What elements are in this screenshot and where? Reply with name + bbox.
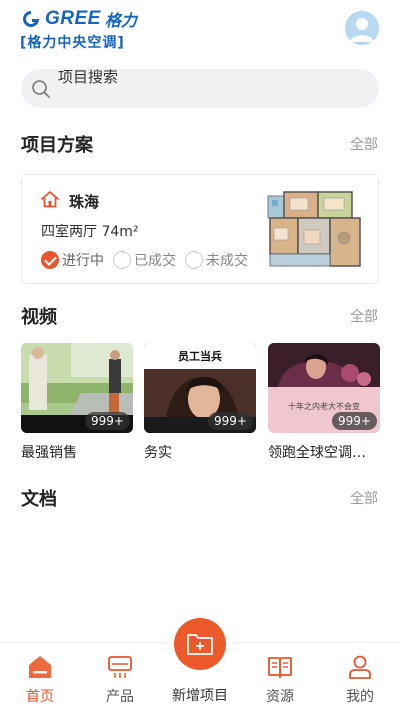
- project-description: 四室两厅 74m²: [41, 224, 139, 240]
- video-title: 务实: [144, 445, 172, 461]
- logo-cn: 格力: [104, 11, 137, 30]
- nav-home[interactable]: 首页: [0, 643, 80, 711]
- gree-logo-mark-icon: [23, 11, 39, 27]
- video-thumbnail: 员工当兵 999+: [144, 343, 256, 433]
- air-conditioner-icon: [108, 656, 132, 678]
- user-icon: [349, 655, 371, 679]
- video-card[interactable]: 十年之内老大不会变 999+ 领跑全球空调…: [268, 343, 380, 462]
- user-avatar-icon: [345, 11, 379, 45]
- logo-word: GREE: [45, 8, 101, 29]
- project-card[interactable]: 珠海 四室两厅 74m² 进行中 已成交 未成交: [21, 174, 379, 284]
- nav-label: 首页: [26, 689, 54, 705]
- video-overlay-title: 员工当兵: [178, 350, 222, 363]
- header: GREE 格力 [格力中央空调]: [0, 0, 400, 60]
- search-bar[interactable]: 项目搜索: [21, 69, 379, 108]
- search-input[interactable]: 项目搜索: [58, 69, 118, 86]
- view-count-badge: 999+: [332, 412, 377, 430]
- video-card[interactable]: 999+ 最强销售: [21, 343, 133, 462]
- status-label: 进行中: [62, 253, 104, 269]
- documents-title: 文档: [21, 489, 57, 510]
- video-title: 最强销售: [21, 445, 77, 461]
- add-project-button[interactable]: [166, 610, 234, 678]
- nav-products[interactable]: 产品: [80, 643, 160, 711]
- view-count-badge: 999+: [208, 412, 253, 430]
- floorplan-image: [264, 188, 364, 270]
- search-icon: [32, 80, 50, 98]
- checked-radio-icon: [41, 251, 59, 269]
- video-title: 领跑全球空调…: [268, 445, 366, 461]
- home-icon: [41, 191, 59, 208]
- video-overlay-caption: 十年之内老大不会变: [288, 402, 360, 411]
- book-icon: [268, 657, 292, 678]
- home-icon: [29, 656, 51, 678]
- radio-icon: [185, 251, 203, 269]
- nav-label: 产品: [106, 689, 134, 705]
- videos-title: 视频: [21, 307, 57, 328]
- nav-label: 资源: [266, 689, 294, 705]
- video-card[interactable]: 员工当兵 999+ 务实: [144, 343, 256, 462]
- videos-more-link[interactable]: 全部: [350, 306, 378, 326]
- nav-resources[interactable]: 资源: [240, 643, 320, 711]
- add-project-fab[interactable]: [174, 618, 226, 670]
- nav-mine[interactable]: 我的: [320, 643, 400, 711]
- status-label: 已成交: [134, 253, 176, 269]
- documents-more-link[interactable]: 全部: [350, 488, 378, 508]
- nav-label: 我的: [346, 689, 374, 705]
- projects-more-link[interactable]: 全部: [350, 134, 378, 154]
- status-options: 进行中 已成交 未成交: [41, 250, 257, 270]
- status-not-closed[interactable]: 未成交: [185, 250, 248, 270]
- gree-logo: GREE 格力 [格力中央空调]: [20, 8, 150, 52]
- status-closed[interactable]: 已成交: [113, 250, 176, 270]
- status-label: 未成交: [206, 253, 248, 269]
- avatar[interactable]: [345, 11, 379, 45]
- video-thumbnail: 十年之内老大不会变 999+: [268, 343, 380, 433]
- projects-title: 项目方案: [21, 135, 93, 156]
- status-in-progress[interactable]: 进行中: [41, 250, 104, 270]
- add-project-label: 新增项目: [172, 688, 228, 704]
- project-city: 珠海: [69, 193, 100, 211]
- app-screen: GREE 格力 [格力中央空调] 项目搜索 项目方案 全部 珠海 四室两厅 74…: [0, 0, 400, 711]
- video-thumbnail: 999+: [21, 343, 133, 433]
- radio-icon: [113, 251, 131, 269]
- add-folder-icon: [187, 634, 213, 655]
- view-count-badge: 999+: [85, 412, 130, 430]
- logo-subtitle: [格力中央空调]: [20, 35, 125, 51]
